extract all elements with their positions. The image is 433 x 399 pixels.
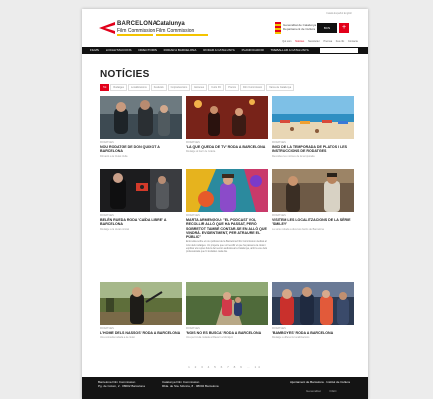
news-category: RODATGES	[100, 327, 114, 330]
subnav-item[interactable]: Qui som	[282, 40, 291, 43]
ajuntament-logo[interactable]: BCN	[317, 23, 337, 33]
secondary-nav: Qui som Notícies Newsletter Premsa Fes c…	[232, 40, 358, 43]
nav-item-planner[interactable]: PLANIFICADOR	[242, 48, 264, 52]
news-excerpt: Entrevista sobre el nou pòdcast de la Ba…	[186, 240, 268, 254]
news-thumbnail[interactable]	[186, 169, 268, 212]
news-headline[interactable]: MARTA ARMENGOU: "EL PODCAST VOL RECOLLIR…	[186, 218, 268, 239]
nav-item-shoot-catalunya[interactable]: RODAR A CATALUNYA	[203, 48, 235, 52]
logo-yellow-bar-2	[156, 34, 208, 36]
news-category: RODATGES	[186, 327, 200, 330]
web-page: Català Español English BARCELONA Film Co…	[82, 9, 368, 399]
footer-bfc-address: Pg. de Colom, 2 · 08002 Barcelona	[98, 384, 145, 388]
news-category: RODATGES	[100, 141, 114, 144]
senyera-icon	[275, 22, 281, 34]
news-headline[interactable]: VISITEM LES LOCALITZACIONS DE LA SÈRIE '…	[272, 218, 354, 227]
logo-yellow-bar	[117, 34, 153, 36]
footer-institutions: Ajuntament de Barcelona · Institut de Cu…	[290, 380, 350, 384]
news-category: RODATGES	[272, 214, 286, 217]
nav-item-shoot-barcelona[interactable]: RODAR A BARCELONA	[164, 48, 197, 52]
news-category: RODATGES	[100, 214, 114, 217]
subnav-item-active[interactable]: Notícies	[295, 40, 304, 43]
news-card[interactable]: RODATGES MARTA ARMENGOU: "EL PODCAST VOL…	[186, 169, 268, 254]
filter-tab[interactable]: Film Commission	[239, 84, 266, 91]
logo-barcelona-text[interactable]: BARCELONA	[117, 21, 157, 27]
news-thumbnail[interactable]	[100, 169, 182, 212]
news-subtitle: Rodatge a la ciutat comtal	[100, 227, 129, 231]
footer-logos: Generalitat ICEC	[298, 389, 337, 393]
filter-tab[interactable]: Xarxa de Catalunya	[266, 84, 295, 91]
news-subtitle: Recordeu les normes de la temporada	[272, 154, 315, 158]
filter-tab[interactable]: Curts FC	[208, 84, 225, 91]
footer-cfc-address: Rbla. de Sta. Mònica, 8 · 08002 Barcelon…	[162, 384, 219, 388]
site-footer: Barcelona Film Commission Pg. de Colom, …	[82, 377, 368, 399]
pagination[interactable]: 1 2 3 4 5 6 7 8 9 … 14	[82, 365, 368, 369]
news-subtitle: Rodatge al barri de Gràcia	[186, 150, 216, 154]
news-card[interactable]: RODATGES NOU RODATGE DE DON QUIXOT A BAR…	[100, 96, 182, 158]
news-subtitle: La sèrie rodada a diversos barris de Bar…	[272, 227, 324, 231]
film-commission-logo-icon[interactable]	[99, 22, 115, 34]
news-headline[interactable]: INICI DE LA TEMPORADA DE PLATOS I LES IN…	[272, 145, 354, 154]
news-card[interactable]: RODATGES 'NOIS NO ES BUSCA' RODA A BARCE…	[186, 282, 268, 339]
news-subtitle: Una comèdia rodada a la ciutat	[100, 336, 135, 340]
main-nav: FILMS LOCALITZACIONS DIRECTORIS RODAR A …	[82, 47, 368, 54]
subnav-item[interactable]: Premsa	[323, 40, 332, 43]
plus-logo-icon[interactable]: +	[339, 23, 349, 33]
news-thumbnail[interactable]	[186, 96, 268, 139]
news-thumbnail[interactable]	[272, 169, 354, 212]
news-thumbnail[interactable]	[272, 282, 354, 325]
news-headline[interactable]: 'NOIS NO ES BUSCA' RODA A BARCELONA	[186, 331, 268, 335]
news-thumbnail[interactable]	[272, 96, 354, 139]
news-thumbnail[interactable]	[186, 282, 268, 325]
news-category: RODATGES	[186, 141, 200, 144]
news-category: RODATGES	[272, 327, 286, 330]
news-card[interactable]: RODATGES 'LA QUE QUEDA DE TV' RODA A BAR…	[186, 96, 268, 153]
news-headline[interactable]: 'LA QUE QUEDA DE TV' RODA A BARCELONA	[186, 145, 268, 149]
subnav-item[interactable]: Newsletter	[308, 40, 320, 43]
news-thumbnail[interactable]	[100, 282, 182, 325]
nav-item-work[interactable]: TREBALLAR A CATALUNYA	[271, 48, 309, 52]
gov-text-2: Departament de Cultura	[283, 27, 316, 31]
filter-tab[interactable]: Estrenes	[191, 84, 208, 91]
news-headline[interactable]: BELÉN RUEDA RODA 'CAÍDA LIBRE' A BARCELO…	[100, 218, 182, 227]
nav-item-locations[interactable]: LOCALITZACIONS	[106, 48, 132, 52]
subnav-item[interactable]: Contacte	[348, 40, 358, 43]
language-links[interactable]: Català Español English	[202, 12, 352, 15]
news-headline[interactable]: 'BAMBOYES' RODA A BARCELONA	[272, 331, 354, 335]
filter-tab[interactable]: Localitzacions	[128, 84, 150, 91]
subnav-item[interactable]: Fes clic	[336, 40, 344, 43]
news-category: RODATGES	[186, 214, 200, 217]
news-subtitle: Una pel·lícula rodada al Raval i a Montj…	[186, 336, 233, 340]
icec-footer-logo[interactable]: ICEC	[330, 389, 337, 393]
generalitat-footer-logo[interactable]: Generalitat	[306, 389, 321, 393]
news-card[interactable]: RODATGES L'HOME DELS NASSOS' RODA A BARC…	[100, 282, 182, 339]
news-card[interactable]: RODATGES 'BAMBOYES' RODA A BARCELONA Rod…	[272, 282, 354, 339]
news-card[interactable]: RODATGES BELÉN RUEDA RODA 'CAÍDA LIBRE' …	[100, 169, 182, 231]
news-subtitle: Rodatge a diferents localitzacions	[272, 336, 310, 340]
filter-tab[interactable]: Premis	[225, 84, 239, 91]
news-card[interactable]: RODATGES VISITEM LES LOCALITZACIONS DE L…	[272, 169, 354, 231]
search-input[interactable]	[320, 48, 358, 53]
news-headline[interactable]: NOU RODATGE DE DON QUIXOT A BARCELONA	[100, 145, 182, 154]
news-subtitle: Filmació a la Ciutat Vella	[100, 154, 128, 158]
generalitat-logo[interactable]: Generalitat de Catalunya Departament de …	[275, 22, 316, 34]
category-filters: Tot Rodatges Localitzacions Festivals Coprod…	[100, 84, 295, 91]
page-title: NOTÍCIES	[100, 69, 150, 80]
filter-tab[interactable]: Festivals	[150, 84, 167, 91]
filter-tab[interactable]: Tot	[100, 84, 110, 91]
nav-item-directories[interactable]: DIRECTORIS	[138, 48, 156, 52]
news-headline[interactable]: L'HOME DELS NASSOS' RODA A BARCELONA	[100, 331, 182, 335]
news-card[interactable]: RODATGES INICI DE LA TEMPORADA DE PLATOS…	[272, 96, 354, 158]
filter-tab[interactable]: Rodatges	[110, 84, 128, 91]
news-thumbnail[interactable]	[100, 96, 182, 139]
nav-item-films[interactable]: FILMS	[90, 48, 99, 52]
filter-tab[interactable]: Coproduccions	[167, 84, 191, 91]
logo-catalunya-text[interactable]: Catalunya	[156, 21, 185, 27]
news-category: RODATGES	[272, 141, 286, 144]
